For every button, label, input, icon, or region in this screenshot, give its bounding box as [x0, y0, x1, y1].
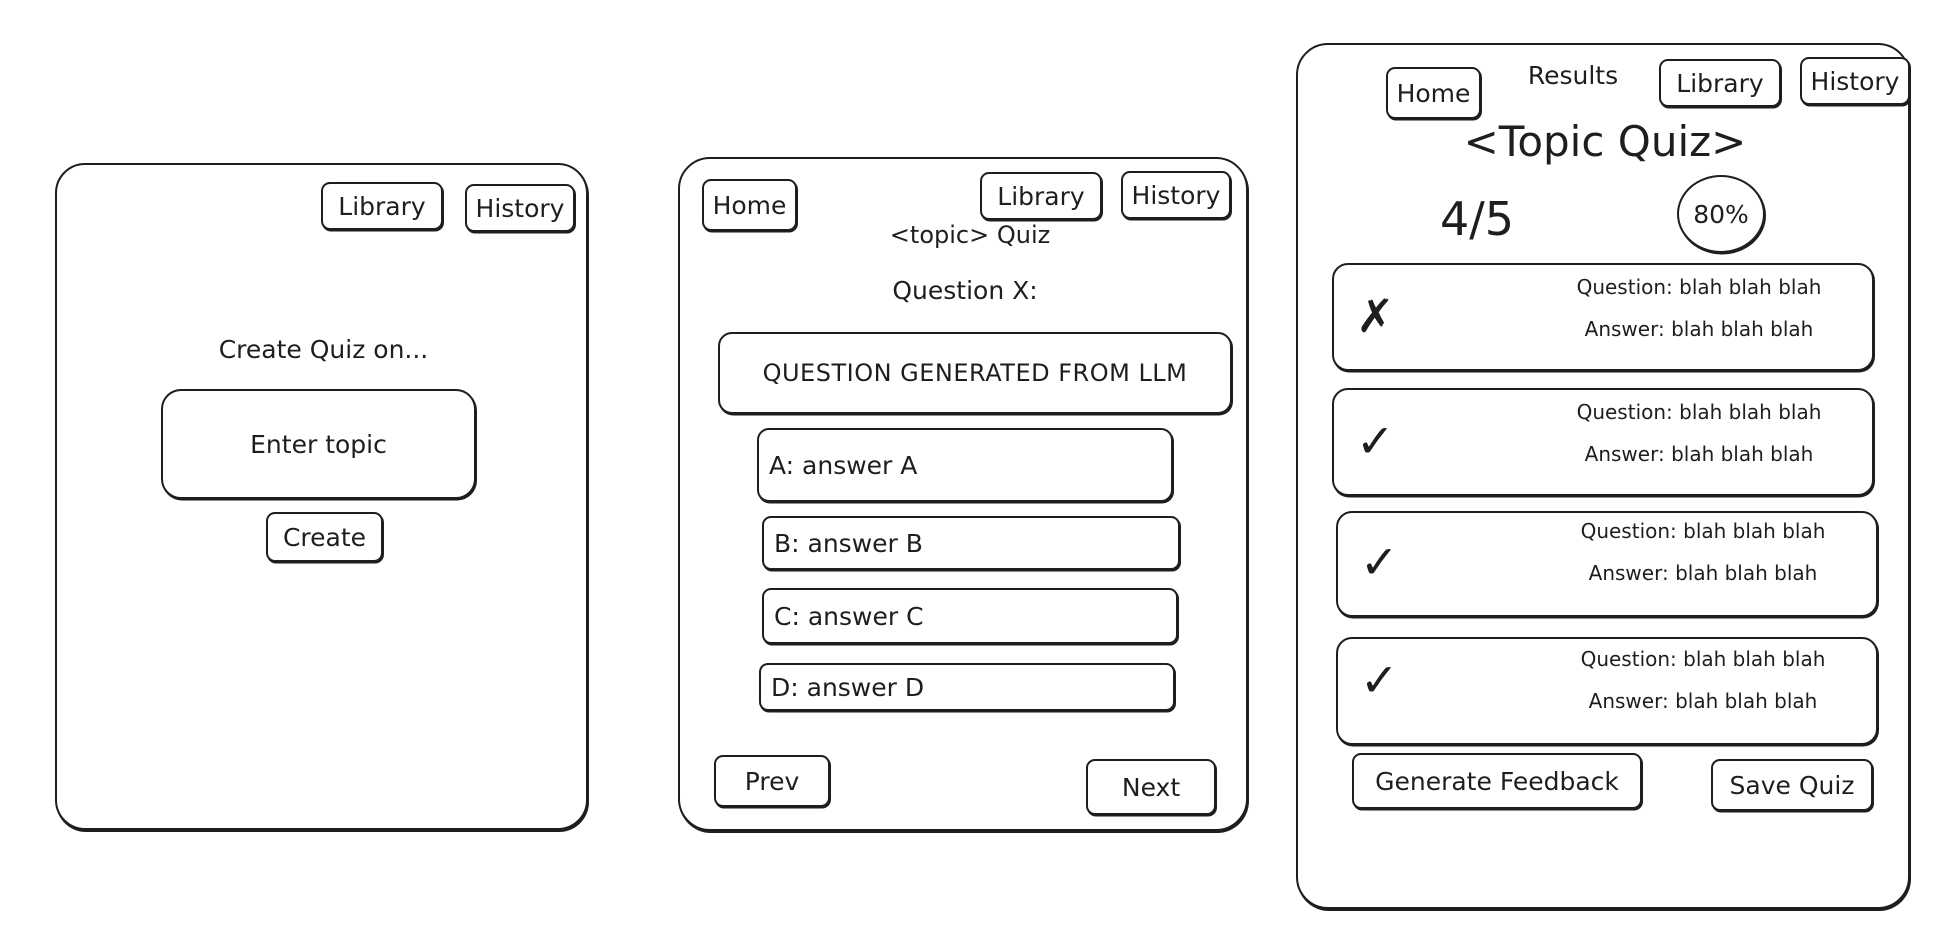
question-label: Question X: — [892, 276, 1038, 305]
quiz-title: <topic> Quiz — [889, 221, 1051, 249]
result-answer: Answer: blah blah blah — [1584, 442, 1814, 466]
prev-button[interactable]: Prev — [714, 755, 830, 807]
library-button[interactable]: Library — [1659, 59, 1781, 107]
result-question: Question: blah blah blah — [1576, 275, 1822, 299]
quiz-title: <Topic Quiz> — [1463, 117, 1747, 166]
score-text: 4/5 — [1440, 192, 1515, 246]
home-button[interactable]: Home — [702, 179, 797, 231]
save-quiz-button[interactable]: Save Quiz — [1711, 759, 1873, 811]
answer-option-d[interactable]: D: answer D — [759, 663, 1175, 711]
results-label: Results — [1527, 61, 1619, 90]
correct-check-icon: ✓ — [1360, 653, 1399, 707]
home-button[interactable]: Home — [1386, 67, 1481, 119]
correct-check-icon: ✓ — [1356, 414, 1395, 468]
library-button[interactable]: Library — [321, 182, 443, 230]
question-text: QUESTION GENERATED FROM LLM — [718, 332, 1232, 414]
result-card: ✓ Question: blah blah blah Answer: blah … — [1332, 388, 1874, 496]
result-card: ✗ Question: blah blah blah Answer: blah … — [1332, 263, 1874, 371]
quiz-screen: Home Library History <topic> Quiz Questi… — [678, 157, 1248, 831]
result-card: ✓ Question: blah blah blah Answer: blah … — [1336, 511, 1878, 617]
history-button[interactable]: History — [1800, 57, 1910, 105]
incorrect-mark-icon: ✗ — [1356, 289, 1395, 343]
result-answer: Answer: blah blah blah — [1588, 689, 1818, 713]
topic-input[interactable]: Enter topic — [161, 389, 476, 499]
result-question: Question: blah blah blah — [1580, 647, 1826, 671]
answer-option-a[interactable]: A: answer A — [757, 428, 1173, 502]
results-screen: Home Results Library History <Topic Quiz… — [1296, 43, 1910, 909]
create-button[interactable]: Create — [266, 512, 383, 562]
result-answer: Answer: blah blah blah — [1584, 317, 1814, 341]
history-button[interactable]: History — [1121, 171, 1231, 219]
result-card: ✓ Question: blah blah blah Answer: blah … — [1336, 637, 1878, 745]
generate-feedback-button[interactable]: Generate Feedback — [1352, 753, 1642, 809]
library-button[interactable]: Library — [980, 172, 1102, 220]
answer-option-c[interactable]: C: answer C — [762, 588, 1178, 644]
history-button[interactable]: History — [465, 184, 575, 232]
result-question: Question: blah blah blah — [1580, 519, 1826, 543]
create-quiz-heading: Create Quiz on... — [218, 335, 429, 364]
result-answer: Answer: blah blah blah — [1588, 561, 1818, 585]
create-quiz-screen: Library History Create Quiz on... Enter … — [55, 163, 588, 830]
correct-check-icon: ✓ — [1360, 535, 1399, 589]
next-button[interactable]: Next — [1086, 759, 1216, 815]
percent-badge: 80% — [1677, 175, 1765, 253]
result-question: Question: blah blah blah — [1576, 400, 1822, 424]
answer-option-b[interactable]: B: answer B — [762, 516, 1180, 570]
